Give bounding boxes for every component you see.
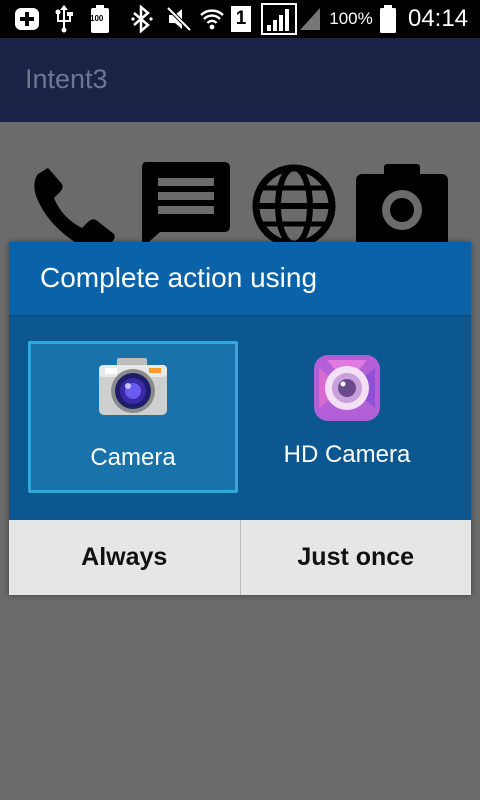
phone-icon[interactable] <box>28 160 122 254</box>
always-button[interactable]: Always <box>9 520 240 595</box>
camera-icon[interactable] <box>356 160 450 254</box>
dialog-button-bar: Always Just once <box>9 520 471 595</box>
signal-weak-icon <box>297 0 323 38</box>
dialog-header: Complete action using <box>9 242 471 315</box>
chooser-dialog: Complete action using Camera HD Camera A… <box>9 242 471 595</box>
wifi-icon <box>198 0 226 38</box>
battery-small-icon: 100 <box>86 0 114 38</box>
camera-app-icon <box>97 357 169 423</box>
dialog-body: Camera HD Camera <box>9 317 471 520</box>
add-box-icon <box>12 0 42 38</box>
usb-icon <box>50 0 78 38</box>
status-bar: 100 1 100% 04:14 <box>0 0 480 38</box>
sim-icon: 1 <box>229 0 253 38</box>
app-bar: Intent3 <box>0 38 480 122</box>
just-once-button[interactable]: Just once <box>241 520 472 595</box>
choice-hd-camera[interactable]: HD Camera <box>242 341 452 493</box>
bluetooth-icon <box>128 0 156 38</box>
hd-camera-app-icon <box>313 354 381 426</box>
mute-icon <box>164 0 194 38</box>
choice-label: Camera <box>90 444 176 471</box>
battery-icon <box>377 0 399 38</box>
dialog-title: Complete action using <box>40 262 318 293</box>
globe-icon[interactable] <box>248 160 342 254</box>
choice-camera[interactable]: Camera <box>28 341 238 493</box>
app-title: Intent3 <box>25 64 108 94</box>
signal-strong-icon <box>260 0 298 38</box>
message-icon[interactable] <box>138 160 232 254</box>
clock: 04:14 <box>407 5 469 32</box>
choice-label: HD Camera <box>283 441 411 468</box>
